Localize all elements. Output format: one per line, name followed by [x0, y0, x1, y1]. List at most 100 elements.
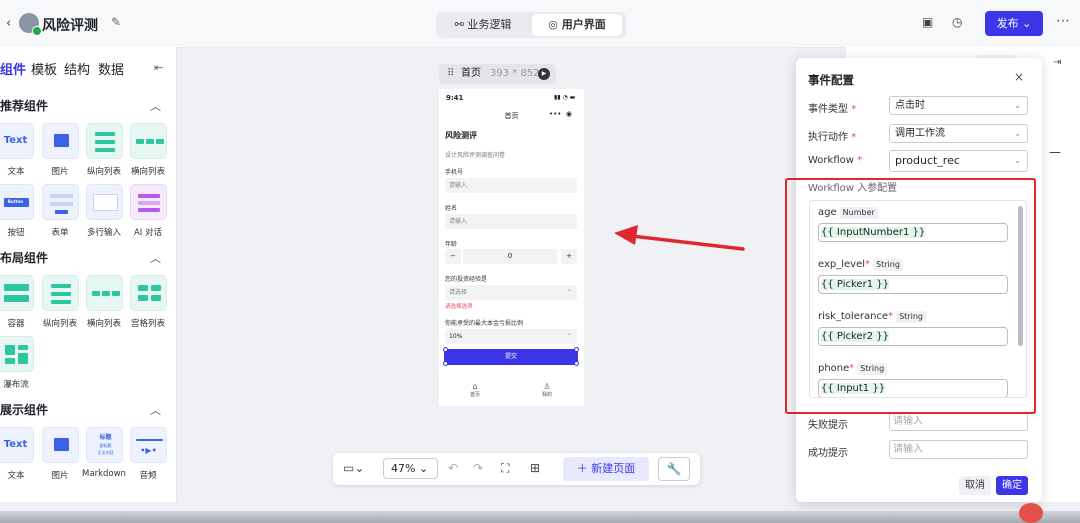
minus-icon[interactable]: — [1049, 145, 1061, 159]
section-display: 展示组件 [0, 403, 49, 417]
comp-image[interactable] [42, 123, 79, 159]
comp-textarea[interactable] [86, 184, 123, 220]
resize-handle[interactable] [574, 361, 579, 366]
comp-markdown[interactable]: 标题 副标题 正文内容 [86, 427, 123, 463]
capsule-menu-icon: ••• ◉ [549, 110, 572, 118]
comp-text[interactable]: Text [0, 123, 34, 159]
comp-button[interactable]: Button [0, 184, 34, 220]
phone-preview[interactable]: 9:41 ▮▮ ◔ ▬ 首页 ••• ◉ 风险测评 设计风险评测调查问卷 手机号… [439, 89, 584, 406]
history-icon[interactable]: ◷ [952, 15, 962, 29]
tab-data[interactable]: 数据 [98, 59, 124, 78]
floating-badge[interactable] [1019, 503, 1043, 523]
section-layout: 布局组件 [0, 251, 49, 265]
experience-picker[interactable]: 请选择 [445, 285, 577, 300]
image-icon [54, 438, 69, 451]
edit-icon[interactable]: ✎ [111, 15, 121, 29]
comp-ai-chat[interactable] [130, 184, 167, 220]
chevron-down-icon: ⌄ [1014, 129, 1021, 138]
close-icon[interactable]: × [1014, 70, 1024, 84]
name-input[interactable]: 请输入 [445, 214, 577, 229]
fit-screen-icon[interactable]: ⛶ [501, 461, 509, 476]
cancel-button[interactable]: 取消 [959, 476, 991, 495]
age-minus-button[interactable]: − [445, 249, 461, 264]
grid-icon[interactable]: ⊞ [530, 461, 540, 475]
comp-container[interactable] [0, 275, 34, 311]
comp-label: 横向列表 [130, 167, 165, 177]
image-icon [54, 134, 69, 147]
chevron-down-icon: ⌄ [567, 330, 573, 337]
comp-grid-list[interactable] [130, 275, 167, 311]
chevron-up-icon[interactable]: ︿ [150, 250, 161, 266]
app-logo [19, 13, 42, 36]
device-icon[interactable]: ▭⌄ [343, 461, 364, 475]
palette-icon: ◎ [548, 18, 562, 31]
back-arrow-icon[interactable]: ‹ [6, 16, 11, 31]
publish-button[interactable]: 发布 ⌄ [985, 11, 1043, 36]
tab-user-interface[interactable]: ◎ 用户界面 [532, 14, 622, 36]
confirm-button[interactable]: 确定 [996, 476, 1028, 495]
wrench-icon[interactable]: 🔧 [658, 457, 690, 481]
tab-mine[interactable]: ♙ 我的 [532, 382, 562, 398]
undo-icon[interactable]: ↶ [448, 461, 458, 475]
form-title: 风险测评 [445, 131, 477, 140]
action-select[interactable]: 调用工作流 ⌄ [889, 124, 1028, 143]
workflow-select[interactable]: product_rec ⌄ [889, 150, 1028, 172]
resize-handle[interactable] [574, 347, 579, 352]
comp-horizontal-list[interactable] [86, 275, 123, 311]
submit-button[interactable]: 提交 [444, 349, 578, 365]
expand-icon[interactable]: ⇥ [1053, 57, 1061, 68]
comp-label: 宫格列表 [130, 319, 165, 329]
validation-error: 请选择选项 [445, 304, 473, 310]
age-plus-button[interactable]: + [561, 249, 577, 264]
comp-form[interactable] [42, 184, 79, 220]
top-bar: ‹ 风险评测 ✎ ⚯ 业务逻辑 ◎ 用户界面 ▣ ◷ 发布 ⌄ ⋯ [0, 0, 1080, 48]
redo-icon[interactable]: ↷ [473, 461, 483, 475]
tab-business-logic[interactable]: ⚯ 业务逻辑 [439, 14, 527, 36]
tab-home[interactable]: ⌂ 首页 [460, 382, 490, 398]
comp-waterfall[interactable] [0, 336, 34, 372]
plus-icon: ＋ [576, 462, 592, 475]
highlight-box [785, 178, 1036, 414]
comp-text[interactable]: Text [0, 427, 34, 463]
collapse-panel-icon[interactable]: ⇤ [154, 61, 163, 74]
chevron-down-icon: ⌄ [1014, 101, 1021, 110]
event-type-select[interactable]: 点击时 ⌄ [889, 96, 1028, 115]
comp-vertical-list[interactable] [42, 275, 79, 311]
phone-input[interactable]: 请输入 [445, 178, 577, 193]
success-message-input[interactable]: 请输入 [889, 440, 1028, 459]
tab-components[interactable]: 组件 [0, 59, 26, 78]
comp-vertical-list[interactable] [86, 123, 123, 159]
page-indicator[interactable]: ⠿ 首页 393 * 852 ▶ [439, 64, 556, 84]
user-icon: ♙ [543, 382, 551, 391]
chevron-up-icon[interactable]: ︿ [150, 402, 161, 418]
more-icon[interactable]: ⋯ [1056, 13, 1070, 29]
form-subtitle: 设计风险评测调查问卷 [445, 152, 506, 159]
tab-structure[interactable]: 结构 [64, 59, 90, 78]
play-icon[interactable]: ▶ [538, 68, 550, 80]
play-icon: •▶• [140, 446, 157, 455]
comp-label: AI 对话 [133, 228, 163, 238]
risk-picker[interactable]: 10% [445, 329, 577, 344]
home-icon: ⌂ [472, 382, 478, 391]
comp-label: 音频 [139, 471, 157, 481]
chevron-down-icon: ⌄ [567, 286, 573, 293]
zoom-select[interactable]: 47% ⌄ [383, 458, 438, 479]
chevron-down-icon: ⌄ [1022, 17, 1032, 30]
comp-image[interactable] [42, 427, 79, 463]
comp-audio[interactable]: •▶• [130, 427, 167, 463]
tab-templates[interactable]: 模板 [31, 59, 57, 78]
new-page-button[interactable]: ＋ 新建页面 [563, 457, 649, 481]
resize-handle[interactable] [443, 361, 448, 366]
chevron-down-icon: ⌄ [1014, 156, 1021, 165]
taskbar-strip [0, 511, 1080, 523]
preview-icon[interactable]: ▣ [922, 15, 933, 29]
comp-horizontal-list[interactable] [130, 123, 167, 159]
fail-message-input[interactable]: 请输入 [889, 412, 1028, 431]
drag-handle-icon[interactable]: ⠿ [447, 64, 454, 84]
logic-icon: ⚯ [454, 18, 468, 31]
resize-handle[interactable] [443, 347, 448, 352]
chevron-up-icon[interactable]: ︿ [150, 98, 161, 114]
comp-label: 瀑布流 [3, 380, 29, 390]
signal-battery-icon: ▮▮ ◔ ▬ [554, 94, 576, 101]
age-value[interactable]: 0 [463, 249, 557, 264]
